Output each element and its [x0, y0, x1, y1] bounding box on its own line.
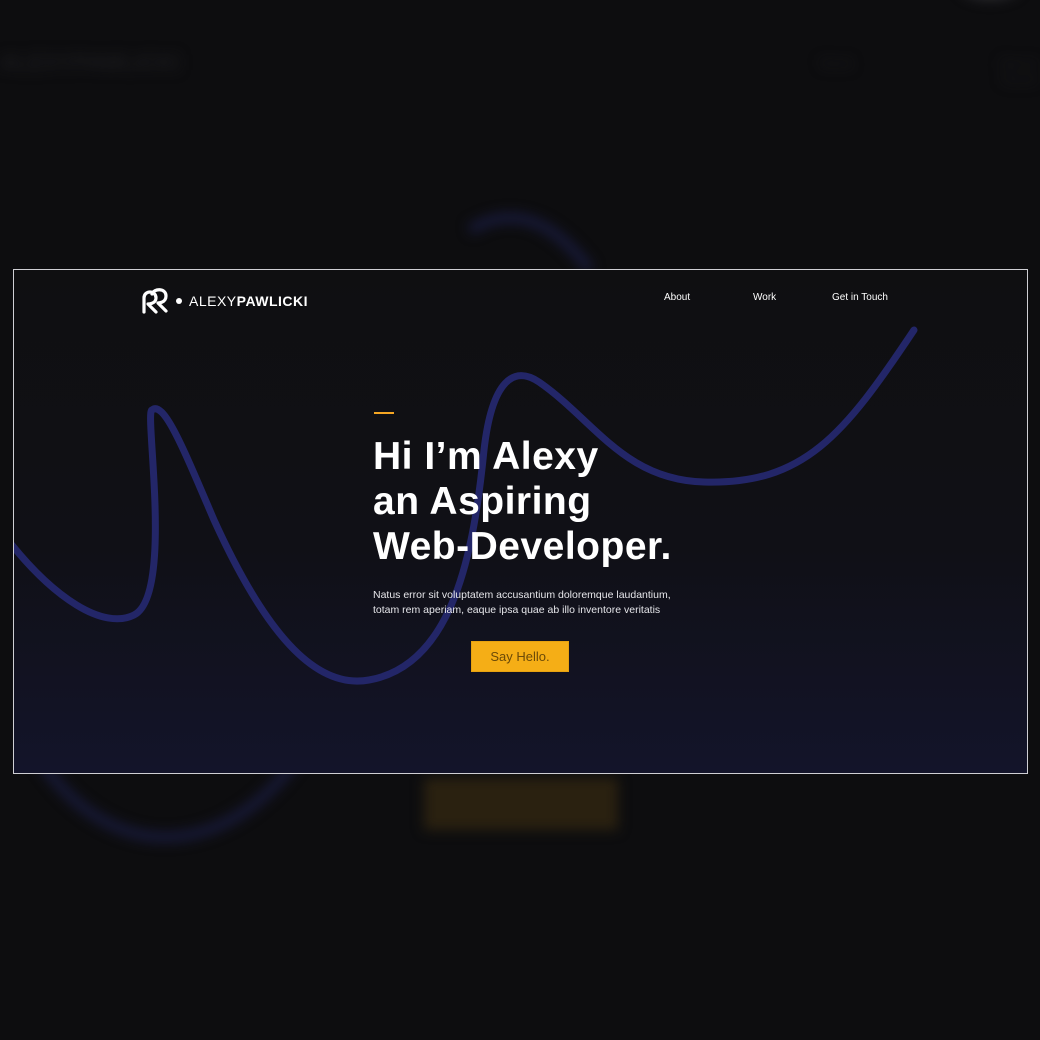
brand-name-first: ALEXY	[189, 293, 237, 309]
headline-line-1: Hi I’m Alexy	[373, 435, 599, 478]
headline-line-2: an Aspiring	[373, 480, 592, 523]
hero-description-line-1: Natus error sit voluptatem accusantium d…	[373, 589, 671, 601]
hero-description: Natus error sit voluptatem accusantium d…	[373, 588, 703, 618]
accent-dash	[374, 412, 394, 414]
brand-logo[interactable]: ALEXYPAWLICKI	[138, 284, 308, 318]
hero-headline: Hi I’m Alexy an Aspiring Web-Developer.	[373, 434, 672, 569]
logo-dot	[176, 298, 182, 304]
hero-description-line-2: totam rem aperiam, eaque ipsa quae ab il…	[373, 604, 661, 616]
backdrop-button	[424, 778, 618, 830]
ap-monogram-icon	[142, 288, 168, 314]
brand-name: ALEXYPAWLICKI	[189, 293, 308, 309]
say-hello-button[interactable]: Say Hello.	[471, 641, 569, 672]
nav-about[interactable]: About	[664, 292, 690, 303]
nav-get-in-touch[interactable]: Get in Touch	[832, 292, 888, 303]
nav-work[interactable]: Work	[753, 292, 776, 303]
headline-line-3-text: Web-Developer	[373, 525, 661, 568]
brand-name-last: PAWLICKI	[236, 293, 309, 309]
headline-line-3: Web-Developer.	[373, 524, 672, 569]
website-preview-card: ALEXYPAWLICKI About Work Get in Touch Hi…	[13, 269, 1028, 774]
headline-period: .	[660, 525, 672, 568]
